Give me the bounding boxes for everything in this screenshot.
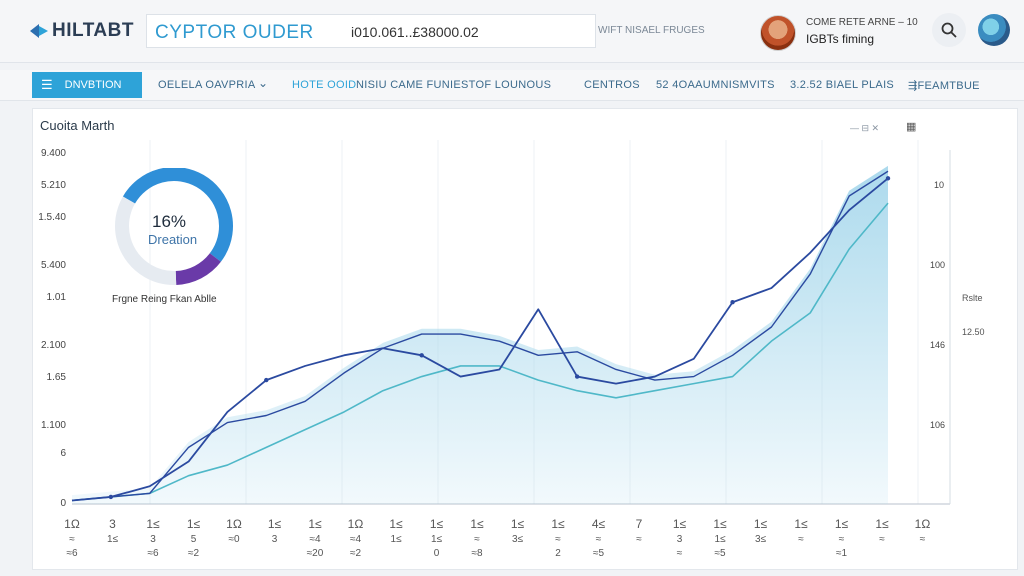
- x-tick-label: ≈: [636, 534, 642, 545]
- data-point: [574, 374, 580, 379]
- data-point: [264, 377, 269, 383]
- x-tick-label: 1≤: [146, 517, 160, 531]
- x-tick-label: 4≤: [592, 517, 606, 531]
- x-tick-label: 1Ω: [348, 517, 364, 531]
- x-tick-label: 1≤: [390, 534, 402, 545]
- x-tick-label: ≈: [920, 534, 926, 545]
- x-tick-label: ≈5: [593, 548, 604, 559]
- x-tick-label: ≈: [677, 548, 683, 559]
- donut-caption: Frgne Reing Fkan Ablle: [112, 294, 217, 305]
- x-tick-label: ≈: [798, 534, 804, 545]
- data-point: [885, 176, 891, 181]
- x-tick-label: ≈: [69, 534, 75, 545]
- x-tick-label: ≈20: [307, 548, 324, 559]
- x-tick-label: 1≤: [754, 517, 768, 531]
- x-tick-label: ≈: [555, 534, 561, 545]
- x-tick-label: 1≤: [551, 517, 565, 531]
- x-tick-label: ≈6: [147, 548, 158, 559]
- x-tick-label: ≈: [596, 534, 602, 545]
- x-tick-label: ≈1: [836, 548, 847, 559]
- x-tick-label: 5: [191, 534, 197, 545]
- x-tick-label: ≈2: [350, 548, 361, 559]
- x-tick-label: 1≤: [430, 517, 444, 531]
- x-tick-label: 1≤: [835, 517, 849, 531]
- side-value: 12.50: [962, 327, 985, 337]
- x-tick-label: ≈: [839, 534, 845, 545]
- x-tick-label: ≈4: [350, 534, 361, 545]
- x-tick-label: 3≤: [755, 534, 767, 545]
- x-tick-label: 1≤: [713, 517, 727, 531]
- x-tick-label: 1≤: [308, 517, 322, 531]
- x-tick-label: 1≤: [431, 534, 443, 545]
- x-tick-label: 1≤: [389, 517, 403, 531]
- side-label: Rslte: [962, 293, 983, 303]
- x-tick-label: 1Ω: [915, 517, 931, 531]
- x-tick-label: 1≤: [470, 517, 484, 531]
- donut-percent: 16%: [152, 212, 187, 231]
- x-tick-label: ≈4: [309, 534, 320, 545]
- x-tick-label: 1≤: [107, 534, 119, 545]
- x-tick-label: 2: [555, 548, 561, 559]
- x-tick-label: 3: [272, 534, 278, 545]
- donut-label: Dreation: [148, 232, 198, 247]
- data-point: [730, 300, 735, 305]
- x-tick-label: 1Ω: [226, 517, 242, 531]
- line-chart: 1Ω 3 1≤ 1≤ 1Ω 1≤ 1≤ 1Ω 1≤ 1≤ 1≤ 1≤ 1≤ 4≤ 7 1≤ 1≤ 1≤ 1≤ 1≤ 1≤…: [64, 140, 951, 559]
- x-tick-label: ≈8: [471, 548, 482, 559]
- x-tick-label: 7: [636, 517, 643, 531]
- x-tick-label: 1≤: [714, 534, 726, 545]
- x-tick-label: 1≤: [511, 517, 525, 531]
- x-tick-label: ≈0: [228, 534, 239, 545]
- x-tick-label: 1Ω: [64, 517, 80, 531]
- x-tick-label: 1≤: [875, 517, 889, 531]
- x-tick-label: 3: [677, 534, 683, 545]
- x-tick-label: 1≤: [673, 517, 687, 531]
- x-tick-label: ≈5: [714, 548, 725, 559]
- data-point: [419, 353, 424, 358]
- x-tick-label: 3: [150, 534, 156, 545]
- x-tick-label: ≈2: [188, 548, 199, 559]
- x-tick-label: 1≤: [268, 517, 282, 531]
- x-tick-label: ≈: [879, 534, 885, 545]
- x-tick-label: 1≤: [187, 517, 201, 531]
- x-tick-label: 3: [109, 517, 116, 531]
- x-tick-label: ≈6: [66, 548, 77, 559]
- x-tick-label: ≈: [474, 534, 480, 545]
- x-tick-label: 1≤: [794, 517, 808, 531]
- data-point: [108, 494, 114, 500]
- x-tick-label: 3≤: [512, 534, 524, 545]
- x-tick-label: 0: [434, 548, 440, 559]
